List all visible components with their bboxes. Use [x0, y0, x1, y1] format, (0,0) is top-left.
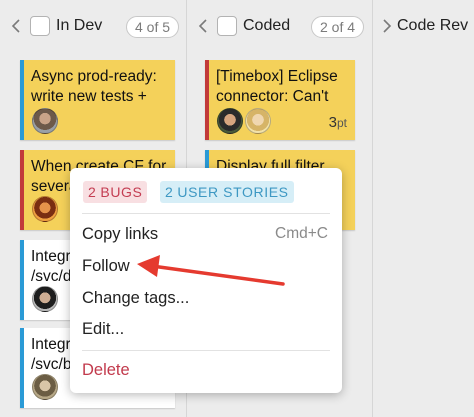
annotation-arrow-icon	[137, 255, 285, 286]
